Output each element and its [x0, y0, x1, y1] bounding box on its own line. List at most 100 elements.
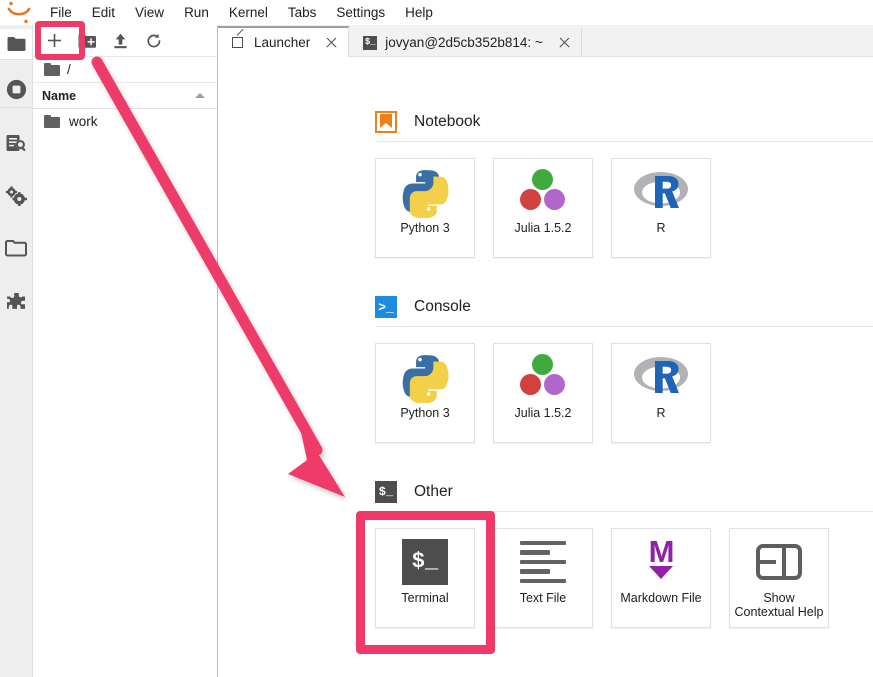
launcher-card-console-r[interactable]: R: [611, 343, 711, 443]
launcher-card-label: Terminal: [401, 591, 449, 605]
text-lines-icon: [520, 533, 566, 591]
launcher-card-label: R: [656, 221, 666, 235]
julia-logo-icon: [517, 163, 569, 221]
stop-circle-icon: [6, 79, 26, 100]
new-folder-icon: [78, 33, 96, 48]
plus-icon: [48, 34, 61, 47]
menu-tabs[interactable]: Tabs: [278, 2, 327, 24]
launcher-card-label: Python 3: [400, 221, 450, 235]
refresh-icon: [146, 33, 160, 47]
folder-icon: [44, 114, 60, 128]
launcher-card-notebook-julia[interactable]: Julia 1.5.2: [493, 158, 593, 258]
tab-terminal-close-icon[interactable]: [557, 35, 572, 50]
markdown-m-icon: M: [638, 533, 684, 591]
list-item[interactable]: work: [32, 109, 217, 133]
launcher-card-terminal[interactable]: $_ Terminal: [375, 528, 475, 628]
section-title-other: Other: [414, 483, 453, 500]
launcher-card-label: Text File: [519, 591, 567, 605]
menu-run[interactable]: Run: [174, 2, 219, 24]
r-logo-icon: [633, 348, 689, 406]
launcher-card-console-python3[interactable]: Python 3: [375, 343, 475, 443]
sidebar-item-kernel-settings[interactable]: [0, 182, 32, 209]
section-title-notebook: Notebook: [414, 113, 481, 130]
menu-edit[interactable]: Edit: [82, 2, 125, 24]
section-title-console: Console: [414, 298, 471, 315]
launcher-card-text-file[interactable]: Text File: [493, 528, 593, 628]
sidebar-item-tabs[interactable]: [0, 234, 32, 261]
activity-bar-divider: [0, 59, 32, 60]
sidebar-item-extensions[interactable]: [0, 289, 32, 316]
file-browser-panel: / Name work: [32, 25, 218, 677]
main-dock-area: Launcher $_ jovyan@2d5cb352b814: ~ Noteb…: [218, 25, 873, 677]
launcher-card-label: Markdown File: [620, 591, 702, 605]
card-row-other: $_ Terminal Text File M Markdown File Sh…: [218, 512, 873, 628]
launcher-card-label: Julia 1.5.2: [514, 406, 572, 420]
new-launcher-button[interactable]: [38, 27, 71, 55]
launcher-card-markdown-file[interactable]: M Markdown File: [611, 528, 711, 628]
julia-logo-icon: [517, 348, 569, 406]
r-logo-icon: [633, 163, 689, 221]
tab-launcher-close-icon[interactable]: [324, 35, 339, 50]
card-row-notebook: Python 3 Julia 1.5.2 R: [218, 142, 873, 258]
breadcrumb[interactable]: /: [32, 57, 217, 83]
shell-prompt-icon: $_: [375, 481, 397, 503]
terminal-icon: $_: [402, 533, 448, 591]
file-browser-toolbar: [32, 25, 217, 57]
tab-launcher-label: Launcher: [254, 35, 311, 50]
launcher-panel: Notebook Python 3 Julia 1.5.2 R >_ Conso…: [218, 57, 873, 677]
menu-help[interactable]: Help: [395, 2, 443, 24]
sort-ascending-icon: [195, 93, 205, 98]
python-logo-icon: [399, 163, 451, 221]
upload-button[interactable]: [104, 27, 137, 55]
python-logo-icon: [399, 348, 451, 406]
list-item-label: work: [69, 113, 98, 129]
window-icon: [5, 239, 27, 256]
tab-bar: Launcher $_ jovyan@2d5cb352b814: ~: [218, 25, 873, 57]
folder-icon: [7, 37, 25, 51]
puzzle-piece-icon: [6, 293, 25, 309]
column-header-name: Name: [42, 88, 77, 103]
launcher-card-contextual-help[interactable]: Show Contextual Help: [729, 528, 829, 628]
notebook-bookmark-icon: [375, 111, 397, 133]
terminal-icon: $_: [363, 35, 378, 50]
menu-kernel[interactable]: Kernel: [219, 2, 278, 24]
sidebar-item-file-browser[interactable]: [0, 29, 32, 59]
console-prompt-icon: >_: [375, 296, 397, 318]
contextual-help-panes-icon: [756, 533, 802, 591]
launcher-card-notebook-r[interactable]: R: [611, 158, 711, 258]
new-folder-button[interactable]: [71, 27, 104, 55]
menu-bar: File Edit View Run Kernel Tabs Settings …: [0, 0, 873, 25]
activity-bar-divider-2: [0, 107, 32, 108]
launcher-section-other: $_ Other $_ Terminal Text File M Markdow…: [218, 473, 873, 628]
gears-icon: [5, 185, 27, 206]
card-row-console: Python 3 Julia 1.5.2 R: [218, 327, 873, 443]
upload-icon: [114, 33, 127, 48]
launcher-card-label-line1: Show: [763, 591, 795, 605]
activity-bar: [0, 25, 33, 677]
jupyter-logo-icon: [4, 0, 34, 25]
launcher-section-console: >_ Console Python 3 Julia 1.5.2 R: [218, 288, 873, 443]
launcher-icon: [232, 36, 246, 50]
breadcrumb-path: /: [67, 62, 71, 77]
menu-file[interactable]: File: [40, 2, 82, 24]
folder-icon: [44, 63, 60, 76]
menu-view[interactable]: View: [125, 2, 174, 24]
section-header-notebook: Notebook: [218, 103, 873, 141]
tab-terminal[interactable]: $_ jovyan@2d5cb352b814: ~: [349, 28, 582, 57]
sidebar-item-running[interactable]: [0, 76, 32, 103]
section-header-console: >_ Console: [218, 288, 873, 326]
file-list-header[interactable]: Name: [32, 83, 217, 109]
refresh-button[interactable]: [137, 27, 170, 55]
launcher-card-label: Show Contextual Help: [731, 591, 828, 619]
sidebar-item-commands[interactable]: [0, 130, 32, 157]
launcher-card-notebook-python3[interactable]: Python 3: [375, 158, 475, 258]
section-header-other: $_ Other: [218, 473, 873, 511]
command-search-icon: [6, 134, 25, 151]
menu-settings[interactable]: Settings: [326, 2, 395, 24]
launcher-section-notebook: Notebook Python 3 Julia 1.5.2 R: [218, 103, 873, 258]
launcher-card-label: R: [656, 406, 666, 420]
launcher-card-console-julia[interactable]: Julia 1.5.2: [493, 343, 593, 443]
tab-launcher[interactable]: Launcher: [218, 26, 350, 57]
launcher-card-label: Python 3: [400, 406, 450, 420]
tab-terminal-label: jovyan@2d5cb352b814: ~: [385, 35, 543, 50]
